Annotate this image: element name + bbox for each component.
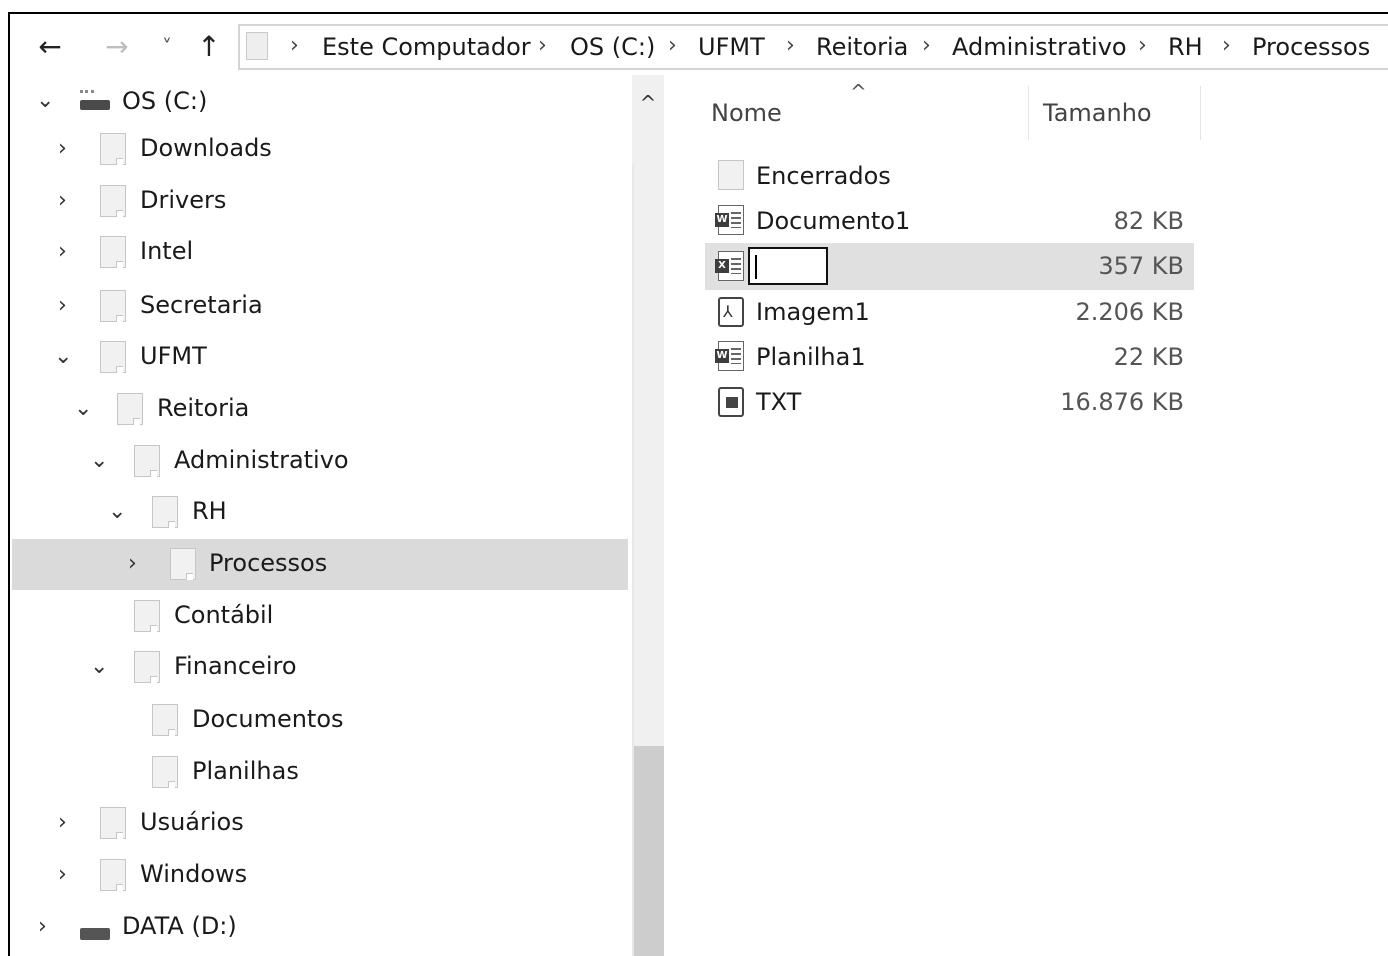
breadcrumb-separator[interactable]: › [1222,31,1231,61]
tree-item-planilhas[interactable]: Planilhas [192,756,299,786]
breadcrumb-separator[interactable]: › [922,31,931,61]
breadcrumb-rh[interactable]: RH [1168,32,1203,62]
tree-item-contabil[interactable]: Contábil [174,600,273,630]
breadcrumb-separator[interactable]: › [538,31,547,61]
tree-item-drivers[interactable]: Drivers [140,185,226,215]
breadcrumb-separator[interactable]: › [290,31,299,61]
back-button[interactable]: ← [30,30,70,64]
column-header-size[interactable]: Tamanho [1043,98,1152,128]
tree-item-processos[interactable]: Processos [209,548,327,578]
file-name[interactable]: Encerrados [756,161,891,191]
chevron-down-icon[interactable]: ⌄ [74,394,92,424]
file-name[interactable]: Planilha1 [756,342,866,372]
breadcrumb-administrativo[interactable]: Administrativo [952,32,1127,62]
chevron-right-icon[interactable]: › [128,549,137,579]
folder-icon [134,445,160,477]
up-button[interactable]: ↑ [192,30,226,64]
file-name[interactable]: Imagem1 [756,297,870,327]
chevron-right-icon[interactable]: › [58,186,67,216]
drive-icon [80,928,110,940]
chevron-right-icon[interactable]: › [58,134,67,164]
folder-icon [134,651,160,683]
column-divider[interactable] [1200,86,1201,140]
folder-icon [100,236,126,268]
word-doc-icon: W [715,341,744,371]
folder-icon [718,160,744,190]
folder-icon [134,600,160,632]
chevron-right-icon[interactable]: › [58,291,67,321]
file-size: 16.876 KB [1060,388,1184,416]
folder-icon [100,290,126,322]
scrollbar-thumb[interactable] [634,746,664,956]
tree-item-usuarios[interactable]: Usuários [140,807,244,837]
chevron-down-icon[interactable]: ⌄ [36,86,54,116]
tree-item-downloads[interactable]: Downloads [140,133,272,163]
chevron-right-icon[interactable]: › [58,808,67,838]
tree-item-intel[interactable]: Intel [140,236,193,266]
chevron-down-icon[interactable]: ⌄ [108,497,126,527]
chevron-right-icon[interactable]: › [58,237,67,267]
file-size: 22 KB [1113,343,1184,371]
txt-doc-icon [718,387,744,417]
folder-icon [100,185,126,217]
breadcrumb-processos[interactable]: Processos [1252,32,1370,62]
tree-item-financeiro[interactable]: Financeiro [174,651,297,681]
location-folder-icon [246,32,268,60]
breadcrumb-reitoria[interactable]: Reitoria [816,32,908,62]
tree-item-documentos[interactable]: Documentos [192,704,344,734]
folder-icon [152,496,178,528]
folder-icon [152,756,178,788]
tree-item-administrativo[interactable]: Administrativo [174,445,349,475]
chevron-down-icon[interactable]: ⌄ [90,446,108,476]
file-name[interactable]: TXT [756,387,801,417]
word-doc-icon: W [715,205,744,235]
chevron-down-icon[interactable]: ⌄ [90,652,108,682]
breadcrumb-os-c[interactable]: OS (C:) [570,32,655,62]
file-size: 357 KB [1098,252,1184,280]
folder-icon [170,548,196,580]
folder-icon [100,807,126,839]
excel-doc-icon: X [715,251,744,281]
file-size: 82 KB [1113,207,1184,235]
folder-icon [100,859,126,891]
breadcrumb-ufmt[interactable]: UFMT [698,32,765,62]
column-header-name[interactable]: Nome [711,98,782,128]
breadcrumb-separator[interactable]: › [1138,31,1147,61]
sort-ascending-icon: ^ [850,80,867,104]
scroll-up-arrow-icon[interactable]: ^ [632,88,664,118]
forward-button[interactable]: → [100,30,134,64]
tree-item-reitoria[interactable]: Reitoria [157,393,249,423]
tree-item-rh[interactable]: RH [192,496,227,526]
pdf-doc-icon: ⅄ [718,297,744,327]
folder-icon [152,704,178,736]
breadcrumb-este-computador[interactable]: Este Computador [322,32,531,62]
chevron-right-icon[interactable]: › [58,860,67,890]
folder-icon [100,133,126,165]
tree-item-secretaria[interactable]: Secretaria [140,290,263,320]
tree-item-ufmt[interactable]: UFMT [140,341,207,371]
folder-icon [117,393,143,425]
tree-item-windows[interactable]: Windows [140,859,247,889]
breadcrumb-separator[interactable]: › [668,31,677,61]
folder-icon [100,341,126,373]
file-name[interactable]: Documento1 [756,206,910,236]
rename-input[interactable] [748,247,828,285]
recent-locations-button[interactable]: ˅ [152,30,182,64]
drive-c-icon [80,90,110,110]
file-size: 2.206 KB [1075,298,1184,326]
column-divider[interactable] [1028,86,1029,140]
chevron-down-icon[interactable]: ⌄ [54,342,72,372]
chevron-right-icon[interactable]: › [38,912,47,942]
breadcrumb-separator[interactable]: › [786,31,795,61]
tree-item-os-c[interactable]: OS (C:) [122,86,207,116]
tree-item-data-d[interactable]: DATA (D:) [122,911,237,941]
